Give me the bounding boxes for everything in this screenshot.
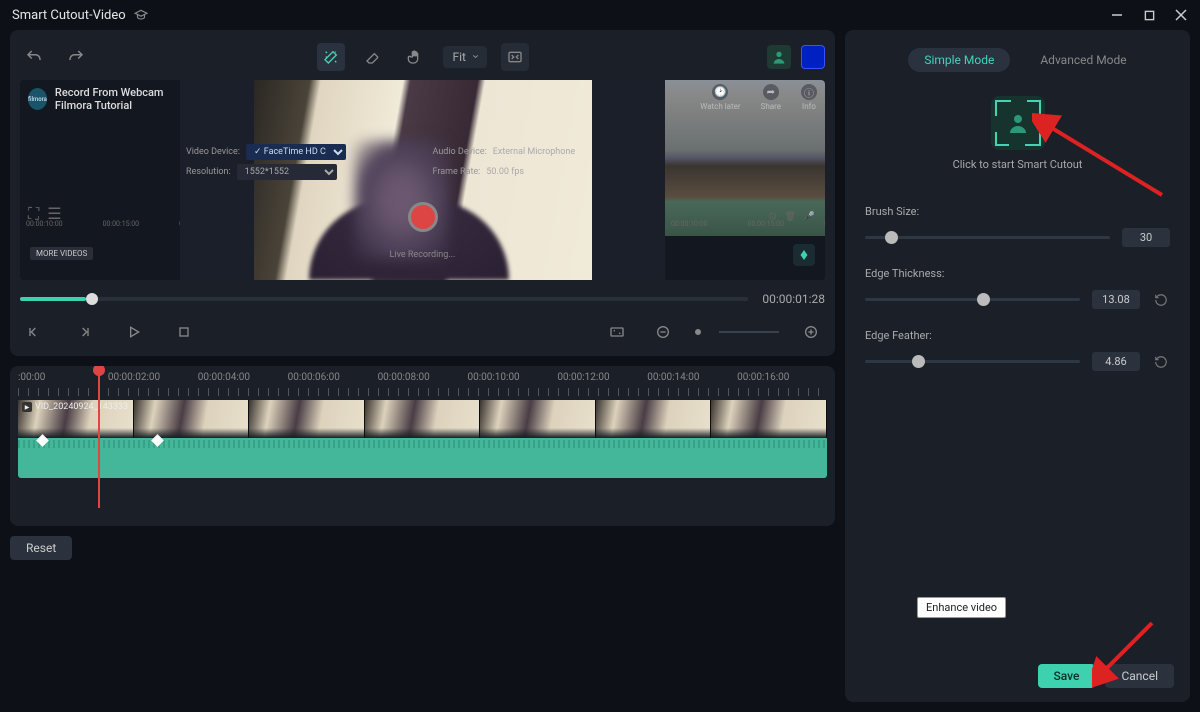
redo-button[interactable] — [62, 43, 90, 71]
camera-icon: ⊡ — [769, 212, 777, 222]
aspect-ratio-button[interactable] — [603, 318, 631, 346]
edge-feather-slider[interactable] — [865, 360, 1080, 363]
compare-button[interactable] — [501, 43, 529, 71]
live-recording-label: Live Recording... — [180, 250, 665, 260]
color-swatch-icon[interactable] — [801, 45, 825, 69]
graduation-icon — [134, 8, 148, 22]
edge-feather-label: Edge Feather: — [865, 329, 1170, 342]
share-icon[interactable]: ➦ — [763, 84, 779, 100]
edge-feather-value[interactable]: 4.86 — [1092, 352, 1140, 371]
stop-button[interactable] — [170, 318, 198, 346]
zoom-in-button[interactable] — [797, 318, 825, 346]
undo-button[interactable] — [20, 43, 48, 71]
brush-size-value[interactable]: 30 — [1122, 228, 1170, 247]
framerate-label: Frame Rate: — [433, 167, 481, 177]
next-frame-button[interactable] — [70, 318, 98, 346]
scrubber-track[interactable] — [20, 297, 748, 301]
save-button[interactable]: Save — [1038, 664, 1096, 688]
audio-device-label: Audio Device: — [433, 147, 487, 157]
mic-icon: 🎤 — [804, 212, 815, 222]
more-videos-badge[interactable]: MORE VIDEOS — [30, 247, 93, 260]
edge-feather-reset[interactable] — [1152, 353, 1170, 371]
framerate-value: 50.00 fps — [486, 167, 524, 177]
video-device-select[interactable]: ✓ FaceTime HD CameraFaceTime HD Camera — [246, 144, 346, 160]
bin-icon: 🗑 — [784, 212, 795, 222]
eraser-button[interactable] — [359, 43, 387, 71]
brush-size-slider[interactable] — [865, 236, 1110, 239]
prev-frame-button[interactable] — [20, 318, 48, 346]
resolution-select[interactable]: 1552*1552 — [237, 164, 337, 180]
edge-thickness-value[interactable]: 13.08 — [1092, 290, 1140, 309]
watch-later-icon[interactable]: 🕑 — [712, 84, 728, 100]
person-icon — [1006, 111, 1030, 135]
cutout-hint: Click to start Smart Cutout — [845, 158, 1190, 171]
brush-size-label: Brush Size: — [865, 205, 1170, 218]
record-button[interactable] — [408, 202, 438, 232]
user-avatar-icon[interactable] — [767, 45, 791, 69]
zoom-fit-select[interactable]: Fit — [443, 46, 487, 68]
maximize-button[interactable] — [1142, 8, 1156, 22]
resolution-label: Resolution: — [186, 167, 231, 177]
reset-button[interactable]: Reset — [10, 536, 72, 560]
minimize-button[interactable] — [1110, 8, 1124, 22]
edge-thickness-slider[interactable] — [865, 298, 1080, 301]
filmora-logo-icon: filmora — [28, 88, 47, 110]
timeline-audio-track[interactable] — [18, 438, 827, 478]
close-button[interactable] — [1174, 8, 1188, 22]
cancel-button[interactable]: Cancel — [1105, 664, 1174, 688]
advanced-mode-tab[interactable]: Advanced Mode — [1040, 53, 1126, 67]
edge-thickness-reset[interactable] — [1152, 291, 1170, 309]
zoom-slider-dot[interactable] — [695, 329, 701, 335]
smart-cutout-button[interactable] — [991, 96, 1045, 150]
current-time: 00:00:01:28 — [762, 292, 825, 306]
timeline-ruler[interactable]: :00:00 00:00:02:00 00:00:04:00 00:00:06:… — [18, 372, 827, 392]
audio-device-value: External Microphone — [493, 147, 575, 157]
edge-thickness-label: Edge Thickness: — [865, 267, 1170, 280]
list-icon: ☰ — [47, 204, 61, 224]
timeline-playhead[interactable] — [98, 368, 100, 508]
clip-name: VID_20240924_143333 — [35, 402, 128, 412]
play-button[interactable] — [120, 318, 148, 346]
filmora-diamond-icon — [793, 244, 815, 266]
scrubber-thumb[interactable] — [86, 293, 98, 305]
magic-wand-button[interactable] — [317, 43, 345, 71]
app-title: Smart Cutout-Video — [12, 8, 126, 23]
enhance-video-tooltip: Enhance video — [917, 597, 1006, 618]
tutorial-title: Record From Webcam Filmora Tutorial — [55, 86, 172, 112]
zoom-slider-track[interactable] — [719, 331, 779, 333]
video-device-label: Video Device: — [186, 147, 240, 157]
timeline-clip[interactable]: ▶VID_20240924_143333 — [18, 400, 827, 438]
info-icon[interactable]: ⓘ — [801, 84, 817, 100]
crop-icon: ⛶ — [28, 204, 39, 224]
hand-button[interactable] — [401, 43, 429, 71]
simple-mode-tab[interactable]: Simple Mode — [908, 48, 1010, 72]
zoom-out-button[interactable] — [649, 318, 677, 346]
